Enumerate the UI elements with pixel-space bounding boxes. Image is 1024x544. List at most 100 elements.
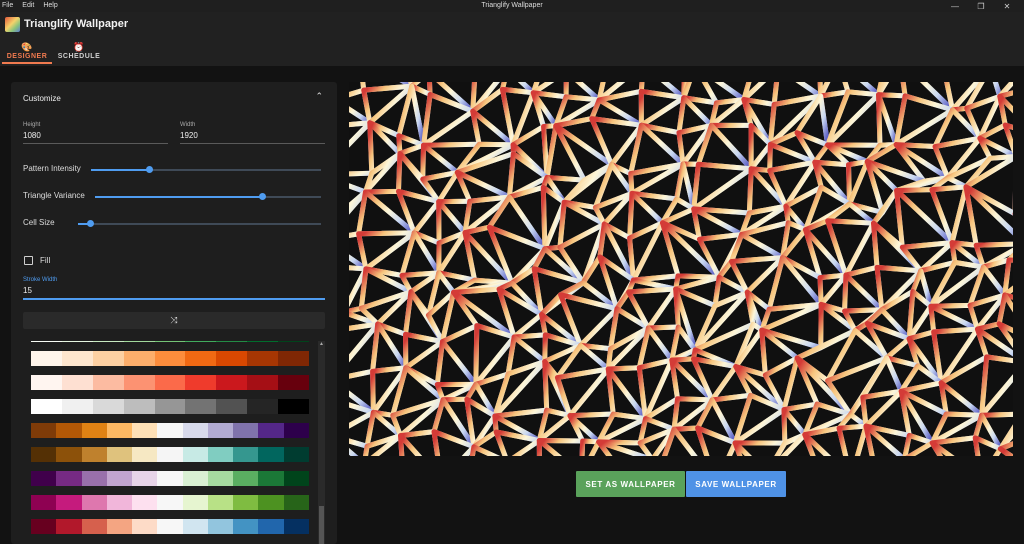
palette-option[interactable]	[31, 447, 309, 462]
scrollbar-thumb[interactable]	[319, 506, 324, 544]
palette-swatch	[185, 399, 217, 414]
palette-swatch	[247, 351, 279, 366]
palette-option[interactable]	[31, 341, 310, 342]
fill-checkbox[interactable]	[24, 255, 33, 265]
stroke-width-label: Stroke Width	[23, 277, 58, 283]
close-icon[interactable]: ✕	[994, 0, 1020, 12]
slider-pattern-intensity[interactable]: Pattern Intensity	[23, 164, 321, 176]
palette-swatch	[216, 351, 248, 366]
palette-swatch	[31, 423, 57, 438]
slider-thumb[interactable]	[145, 166, 153, 173]
palette-swatch	[81, 471, 107, 486]
palette-option[interactable]	[31, 519, 309, 534]
palette-swatch	[216, 399, 248, 414]
triangle	[557, 221, 607, 286]
palette-swatch	[154, 351, 186, 366]
palette-swatch	[81, 447, 107, 462]
palette-swatch	[283, 423, 309, 438]
palette-swatch	[81, 423, 107, 438]
palette-swatch	[154, 341, 186, 342]
palette-swatch	[92, 375, 124, 390]
width-input[interactable]: 1920	[180, 131, 325, 140]
palette-swatch	[185, 375, 217, 390]
palette-swatch	[31, 471, 57, 486]
triangle	[669, 357, 715, 403]
app-logo-icon	[5, 17, 20, 32]
palette-swatch	[157, 495, 183, 510]
palette-swatch	[157, 447, 183, 462]
palette-swatch	[182, 471, 208, 486]
palette-option[interactable]	[31, 471, 309, 486]
palette-swatch	[157, 471, 183, 486]
palette-swatch	[233, 471, 259, 486]
palette-swatch	[106, 447, 133, 462]
height-field[interactable]: Height 1080	[23, 122, 168, 144]
palette-option[interactable]	[31, 399, 310, 414]
customize-header[interactable]: Customize ⌃	[11, 82, 337, 114]
palette-swatch	[278, 375, 310, 390]
stroke-width-input[interactable]: 15	[23, 286, 325, 295]
palette-swatch	[207, 423, 234, 438]
slider-label: Pattern Intensity	[23, 164, 81, 173]
width-field[interactable]: Width 1920	[180, 122, 325, 144]
scroll-up-icon[interactable]: ▲	[318, 341, 325, 348]
triangle	[997, 446, 1013, 456]
palette-option[interactable]	[31, 351, 310, 366]
palette-list[interactable]	[31, 341, 311, 544]
palette-swatch	[207, 519, 234, 534]
palette-icon: 🎨	[21, 42, 33, 52]
slider-thumb[interactable]	[87, 220, 95, 227]
palette-swatch	[61, 375, 93, 390]
palette-swatch	[106, 471, 133, 486]
slider-thumb[interactable]	[259, 193, 267, 200]
slider-triangle-variance[interactable]: Triangle Variance	[23, 191, 321, 203]
palette-option[interactable]	[31, 375, 310, 390]
palette-swatch	[132, 423, 158, 438]
palette-swatch	[283, 471, 309, 486]
palette-swatch	[247, 399, 279, 414]
set-as-wallpaper-button[interactable]: SET AS WALLPAPER	[576, 471, 685, 497]
stroke-width-field[interactable]: Stroke Width 15	[23, 277, 325, 300]
palette-option[interactable]	[31, 423, 309, 438]
tab-schedule[interactable]: ⏰ SCHEDULE	[54, 42, 104, 64]
palette-swatch	[233, 495, 259, 510]
palette-option[interactable]	[31, 495, 309, 510]
slider-track[interactable]	[78, 220, 321, 227]
palette-scrollbar[interactable]: ▲	[318, 341, 325, 544]
tab-designer-label: DESIGNER	[6, 53, 48, 60]
window-controls: — ❐ ✕	[942, 0, 1020, 12]
palette-swatch	[258, 519, 284, 534]
slider-track[interactable]	[91, 166, 321, 173]
palette-swatch	[258, 495, 284, 510]
palette-swatch	[61, 341, 93, 342]
palette-swatch	[182, 447, 208, 462]
triangle	[938, 380, 985, 418]
palette-swatch	[92, 341, 124, 342]
chevron-up-icon[interactable]: ⌃	[315, 91, 323, 102]
slider-label: Triangle Variance	[23, 191, 85, 200]
palette-swatch	[207, 495, 234, 510]
slider-cell-size[interactable]: Cell Size	[23, 218, 321, 230]
slider-track[interactable]	[95, 193, 321, 200]
height-input[interactable]: 1080	[23, 131, 168, 140]
palette-swatch	[31, 351, 62, 366]
palette-swatch	[56, 447, 82, 462]
alarm-clock-icon: ⏰	[73, 42, 85, 52]
fill-label: Fill	[40, 255, 51, 265]
save-wallpaper-button[interactable]: SAVE WALLPAPER	[686, 471, 786, 497]
tab-designer[interactable]: 🎨 DESIGNER	[2, 42, 52, 64]
palette-swatch	[216, 375, 248, 390]
palette-swatch	[123, 351, 155, 366]
shuffle-button[interactable]: ⤨	[23, 312, 325, 329]
palette-swatch	[283, 447, 309, 462]
maximize-icon[interactable]: ❐	[968, 0, 994, 12]
triangle	[567, 413, 602, 445]
palette-swatch	[185, 351, 217, 366]
triangle	[462, 230, 515, 286]
palette-swatch	[106, 519, 133, 534]
palette-swatch	[207, 471, 234, 486]
minimize-icon[interactable]: —	[942, 0, 968, 12]
fill-checkbox-row[interactable]: Fill	[24, 254, 50, 266]
triangle	[691, 166, 754, 216]
app-header: Trianglify Wallpaper 🎨 DESIGNER ⏰ SCHEDU…	[0, 12, 1024, 66]
